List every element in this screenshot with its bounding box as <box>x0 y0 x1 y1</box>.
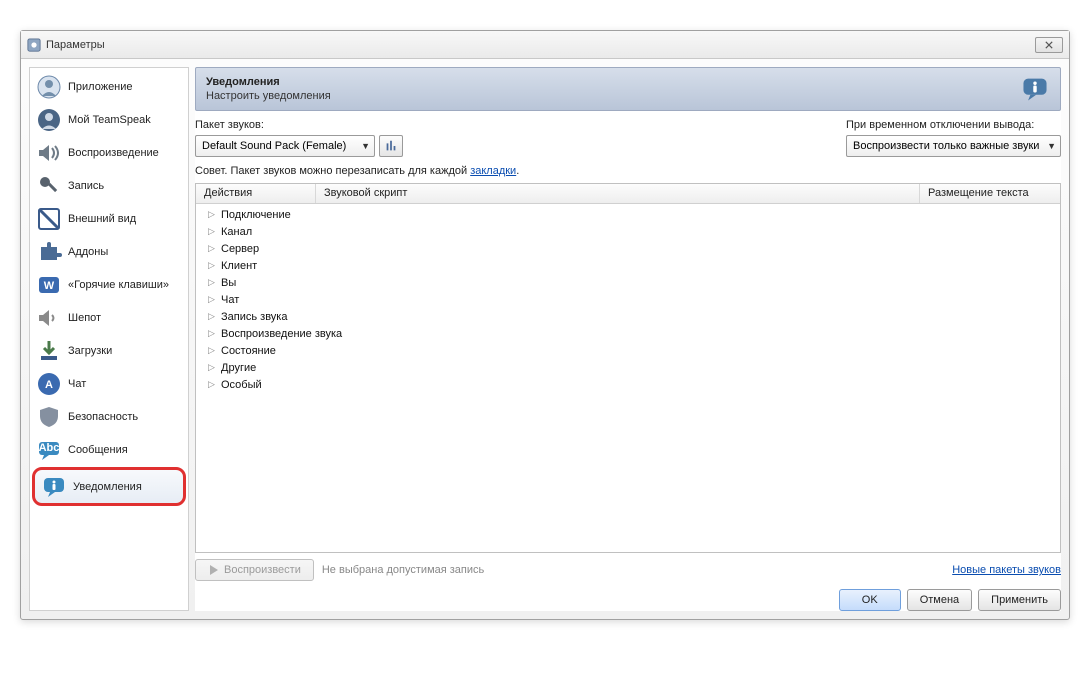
play-button: Воспроизвести <box>195 559 314 581</box>
tree-item[interactable]: ▷Вы <box>196 274 1060 291</box>
col-text[interactable]: Размещение текста <box>920 184 1060 203</box>
sidebar-item-notifications[interactable]: Уведомления <box>32 467 186 506</box>
sidebar-item-security[interactable]: Безопасность <box>30 400 188 433</box>
sidebar-label: Мой TeamSpeak <box>68 114 151 126</box>
caret-right-icon: ▷ <box>208 328 218 339</box>
abc-bubble-icon: Abc <box>36 437 62 463</box>
app-icon <box>27 38 41 52</box>
tempdisable-value: Воспроизвести только важные звуки <box>853 140 1041 152</box>
sidebar-label: Уведомления <box>73 481 142 493</box>
info-bubble-large-icon <box>1020 74 1050 104</box>
window-title: Параметры <box>46 39 1035 51</box>
actions-tree[interactable]: ▷Подключение ▷Канал ▷Сервер ▷Клиент ▷Вы … <box>196 204 1060 552</box>
sidebar-label: Внешний вид <box>68 213 136 225</box>
sidebar-label: Приложение <box>68 81 133 93</box>
caret-right-icon: ▷ <box>208 294 218 305</box>
sidebar-label: Сообщения <box>68 444 128 456</box>
sidebar-item-whisper[interactable]: Шепот <box>30 301 188 334</box>
microphone-icon <box>36 173 62 199</box>
download-icon <box>36 338 62 364</box>
soundpack-label: Пакет звуков: <box>195 119 403 131</box>
sidebar-item-downloads[interactable]: Загрузки <box>30 334 188 367</box>
sidebar-label: Загрузки <box>68 345 112 357</box>
tree-item[interactable]: ▷Другие <box>196 359 1060 376</box>
shield-icon <box>36 404 62 430</box>
speaker-icon <box>36 140 62 166</box>
status-text: Не выбрана допустимая запись <box>322 564 484 576</box>
tip-text: Совет. Пакет звуков можно перезаписать д… <box>195 165 1061 177</box>
soundpack-settings-button[interactable] <box>379 135 403 157</box>
soundpack-value: Default Sound Pack (Female) <box>202 140 355 152</box>
caret-right-icon: ▷ <box>208 209 218 220</box>
tempdisable-combo[interactable]: Воспроизвести только важные звуки ▼ <box>846 135 1061 157</box>
tree-item[interactable]: ▷Особый <box>196 376 1060 393</box>
soundpack-combo[interactable]: Default Sound Pack (Female) ▼ <box>195 135 375 157</box>
sidebar-item-design[interactable]: Внешний вид <box>30 202 188 235</box>
caret-right-icon: ▷ <box>208 243 218 254</box>
whisper-icon <box>36 305 62 331</box>
caret-right-icon: ▷ <box>208 260 218 271</box>
sidebar-label: «Горячие клавиши» <box>68 279 169 291</box>
sidebar-item-hotkeys[interactable]: W «Горячие клавиши» <box>30 268 188 301</box>
main-panel: Уведомления Настроить уведомления Пакет … <box>195 67 1061 611</box>
close-button[interactable] <box>1035 37 1063 53</box>
page-header: Уведомления Настроить уведомления <box>195 67 1061 111</box>
page-title: Уведомления <box>206 76 1020 88</box>
info-bubble-icon <box>41 474 67 500</box>
sidebar-item-capture[interactable]: Запись <box>30 169 188 202</box>
page-subtitle: Настроить уведомления <box>206 90 1020 102</box>
actions-table: Действия Звуковой скрипт Размещение текс… <box>195 183 1061 553</box>
sidebar-label: Шепот <box>68 312 101 324</box>
chat-a-icon: A <box>36 371 62 397</box>
tree-item[interactable]: ▷Воспроизведение звука <box>196 325 1060 342</box>
tree-item[interactable]: ▷Канал <box>196 223 1060 240</box>
caret-right-icon: ▷ <box>208 226 218 237</box>
tree-item[interactable]: ▷Чат <box>196 291 1060 308</box>
col-actions[interactable]: Действия <box>196 184 316 203</box>
sidebar-item-chat[interactable]: A Чат <box>30 367 188 400</box>
tree-item[interactable]: ▷Запись звука <box>196 308 1060 325</box>
titlebar[interactable]: Параметры <box>21 31 1069 59</box>
cancel-button[interactable]: Отмена <box>907 589 972 611</box>
tree-item[interactable]: ▷Сервер <box>196 240 1060 257</box>
sidebar-item-application[interactable]: Приложение <box>30 70 188 103</box>
tree-item[interactable]: ▷Состояние <box>196 342 1060 359</box>
user-globe-icon <box>36 107 62 133</box>
caret-right-icon: ▷ <box>208 345 218 356</box>
settings-window: Параметры Приложение Мой TeamSpeak Воспр… <box>20 30 1070 620</box>
sidebar-item-playback[interactable]: Воспроизведение <box>30 136 188 169</box>
tree-item[interactable]: ▷Клиент <box>196 257 1060 274</box>
sidebar-item-messages[interactable]: Abc Сообщения <box>30 433 188 466</box>
svg-text:Abc: Abc <box>39 442 60 454</box>
sidebar-label: Воспроизведение <box>68 147 159 159</box>
play-icon <box>208 564 220 576</box>
puzzle-icon <box>36 239 62 265</box>
tempdisable-label: При временном отключении вывода: <box>846 119 1061 131</box>
sidebar-item-myteamspeak[interactable]: Мой TeamSpeak <box>30 103 188 136</box>
app-head-icon <box>36 74 62 100</box>
tree-item[interactable]: ▷Подключение <box>196 206 1060 223</box>
col-script[interactable]: Звуковой скрипт <box>316 184 920 203</box>
sidebar-item-addons[interactable]: Аддоны <box>30 235 188 268</box>
caret-right-icon: ▷ <box>208 362 218 373</box>
new-soundpacks-link[interactable]: Новые пакеты звуков <box>952 564 1061 576</box>
caret-right-icon: ▷ <box>208 311 218 322</box>
chevron-down-icon: ▼ <box>1041 141 1056 151</box>
bookmarks-link[interactable]: закладки <box>470 165 516 177</box>
hotkey-icon: W <box>36 272 62 298</box>
svg-text:A: A <box>45 379 53 391</box>
caret-right-icon: ▷ <box>208 277 218 288</box>
sidebar-label: Аддоны <box>68 246 108 258</box>
appearance-icon <box>36 206 62 232</box>
apply-button[interactable]: Применить <box>978 589 1061 611</box>
sidebar-label: Чат <box>68 378 86 390</box>
sidebar-label: Запись <box>68 180 104 192</box>
table-header: Действия Звуковой скрипт Размещение текс… <box>196 184 1060 204</box>
caret-right-icon: ▷ <box>208 379 218 390</box>
sidebar: Приложение Мой TeamSpeak Воспроизведение… <box>29 67 189 611</box>
sidebar-label: Безопасность <box>68 411 138 423</box>
ok-button[interactable]: OK <box>839 589 901 611</box>
svg-text:W: W <box>44 280 55 292</box>
chevron-down-icon: ▼ <box>355 141 370 151</box>
